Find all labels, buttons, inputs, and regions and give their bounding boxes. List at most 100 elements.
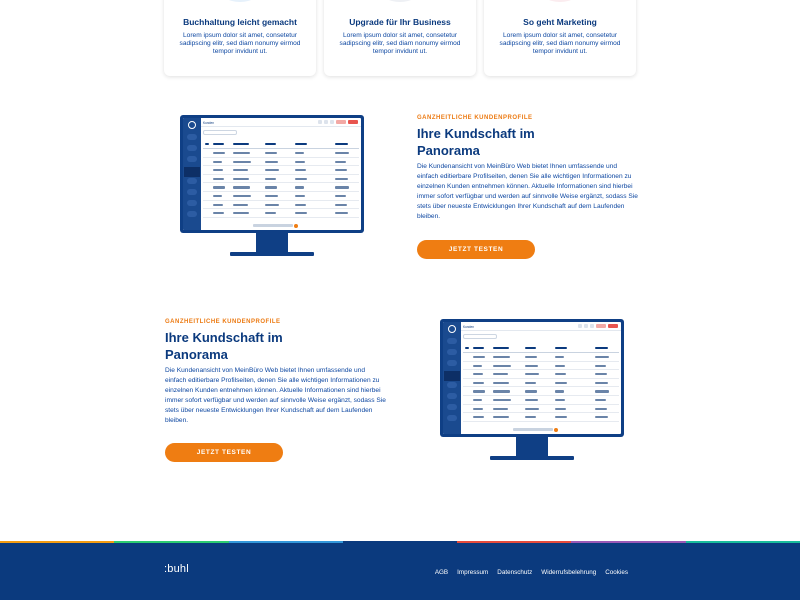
app-cell-placeholder xyxy=(493,390,510,393)
app-cell-placeholder xyxy=(213,143,224,146)
card-marketing[interactable]: So geht Marketing Lorem ipsum dolor sit … xyxy=(484,0,636,76)
card-upgrade[interactable]: Upgrade für Ihr Business Lorem ipsum dol… xyxy=(324,0,476,76)
footer-link-impressum[interactable]: Impressum xyxy=(457,569,488,576)
app-cell-placeholder xyxy=(595,373,607,376)
monitor-stand xyxy=(516,437,548,458)
app-cell-placeholder xyxy=(213,212,224,215)
footer-link-agb[interactable]: AGB xyxy=(435,569,448,576)
app-cell-placeholder xyxy=(525,347,536,350)
footer-color-stripe xyxy=(0,541,800,543)
page: Buchhaltung leicht gemacht Lorem ipsum d… xyxy=(0,0,800,600)
feature-text: Die Kundenansicht von MeinBüro Web biete… xyxy=(165,367,386,424)
app-cell-placeholder xyxy=(295,203,306,206)
app-nav-icon xyxy=(447,360,457,366)
app-nav-icon xyxy=(187,134,197,140)
monitor-stand xyxy=(256,233,288,254)
app-cell-placeholder xyxy=(555,373,566,376)
cta-button[interactable]: JETZT TESTEN xyxy=(165,443,283,462)
app-tool-icon xyxy=(584,324,588,328)
app-nav-icon xyxy=(187,211,197,217)
app-header: Kunden xyxy=(201,118,361,127)
app-pagination xyxy=(513,427,558,432)
app-cell-placeholder xyxy=(493,347,509,350)
stripe-segment xyxy=(342,541,458,543)
app-table-row xyxy=(203,175,359,184)
footer-link-cookies[interactable]: Cookies xyxy=(605,569,628,576)
monitor-screen: Kunden xyxy=(440,319,624,437)
app-cell-placeholder xyxy=(493,356,510,359)
app-cell-placeholder xyxy=(213,177,224,180)
app-cell-placeholder xyxy=(555,416,567,419)
app-table-row xyxy=(203,209,359,218)
card-buchhaltung[interactable]: Buchhaltung leicht gemacht Lorem ipsum d… xyxy=(164,0,316,76)
feature-section-2: GANZHEITLICHE KUNDENPROFILE Ihre Kundsch… xyxy=(165,319,395,425)
app-tool-icon xyxy=(608,324,618,328)
app-cell-placeholder xyxy=(525,364,538,367)
feature-title: Ihre Kundschaft im Panorama xyxy=(165,330,283,362)
app-cell-placeholder xyxy=(595,381,608,384)
footer-link-widerrufsbelehrung[interactable]: Widerrufsbelehrung xyxy=(541,569,596,576)
app-table-row xyxy=(463,370,619,379)
app-nav-icon xyxy=(187,178,197,184)
app-nav-icon xyxy=(187,156,197,162)
app-cell-placeholder xyxy=(213,203,223,206)
app-cell-placeholder xyxy=(525,407,539,410)
app-table-row xyxy=(203,201,359,210)
stripe-segment xyxy=(571,541,686,543)
app-cell-placeholder xyxy=(295,194,305,198)
app-cell-placeholder xyxy=(295,152,304,155)
monitor-base xyxy=(490,456,574,460)
buhl-logo[interactable]: :buhl xyxy=(164,563,189,575)
app-table-row xyxy=(203,192,359,201)
app-cell-placeholder xyxy=(335,152,349,155)
app-table-row xyxy=(463,413,619,422)
app-screenshot: Kunden xyxy=(183,118,361,230)
app-cell-placeholder xyxy=(595,364,606,367)
app-customer-table xyxy=(203,140,359,218)
app-nav-icon xyxy=(184,167,200,177)
stripe-segment xyxy=(228,541,343,543)
app-screenshot: Kunden xyxy=(443,322,621,434)
app-cell-placeholder xyxy=(213,160,222,163)
app-cell-placeholder xyxy=(555,347,567,350)
app-page-indicator xyxy=(554,427,558,432)
card-illustration-icon xyxy=(218,0,262,2)
footer-link-datenschutz[interactable]: Datenschutz xyxy=(497,569,532,576)
app-cell-placeholder xyxy=(233,169,248,172)
app-cell-placeholder xyxy=(595,356,609,359)
app-cell-placeholder xyxy=(555,390,564,393)
card-title: So geht Marketing xyxy=(523,17,597,27)
feature-text: Die Kundenansicht von MeinBüro Web biete… xyxy=(417,163,638,220)
app-cell-placeholder xyxy=(595,407,607,410)
app-cell-placeholder xyxy=(555,356,564,359)
app-cell-placeholder xyxy=(335,143,348,146)
app-nav-icon xyxy=(447,349,457,355)
app-cell-placeholder xyxy=(525,398,538,402)
app-table-row xyxy=(203,158,359,167)
app-cell-placeholder xyxy=(233,143,249,146)
app-cell-placeholder xyxy=(525,356,537,359)
app-table-header xyxy=(203,140,359,149)
app-cell-placeholder xyxy=(465,347,469,350)
app-tool-icon xyxy=(348,120,358,124)
app-cell-placeholder xyxy=(555,381,567,384)
app-cell-placeholder xyxy=(265,152,277,155)
app-cell-placeholder xyxy=(493,416,509,419)
app-cell-placeholder xyxy=(265,186,277,189)
app-cell-placeholder xyxy=(265,160,278,163)
app-cell-placeholder xyxy=(555,364,565,367)
cta-button[interactable]: JETZT TESTEN xyxy=(417,240,535,259)
app-toolbar xyxy=(578,324,618,328)
app-table-row xyxy=(463,379,619,388)
monitor-base xyxy=(230,252,314,256)
app-cell-placeholder xyxy=(205,143,209,146)
app-cell-placeholder xyxy=(265,203,279,206)
app-cell-placeholder xyxy=(555,407,566,410)
monitor-mockup: Kunden xyxy=(440,319,624,461)
app-cell-placeholder xyxy=(473,356,485,359)
feature-eyebrow: GANZHEITLICHE KUNDENPROFILE xyxy=(165,319,281,325)
card-text: Lorem ipsum dolor sit amet, consetetur s… xyxy=(339,32,461,55)
app-cell-placeholder xyxy=(595,416,608,419)
app-tool-icon xyxy=(590,324,594,328)
app-cell-placeholder xyxy=(335,160,346,163)
